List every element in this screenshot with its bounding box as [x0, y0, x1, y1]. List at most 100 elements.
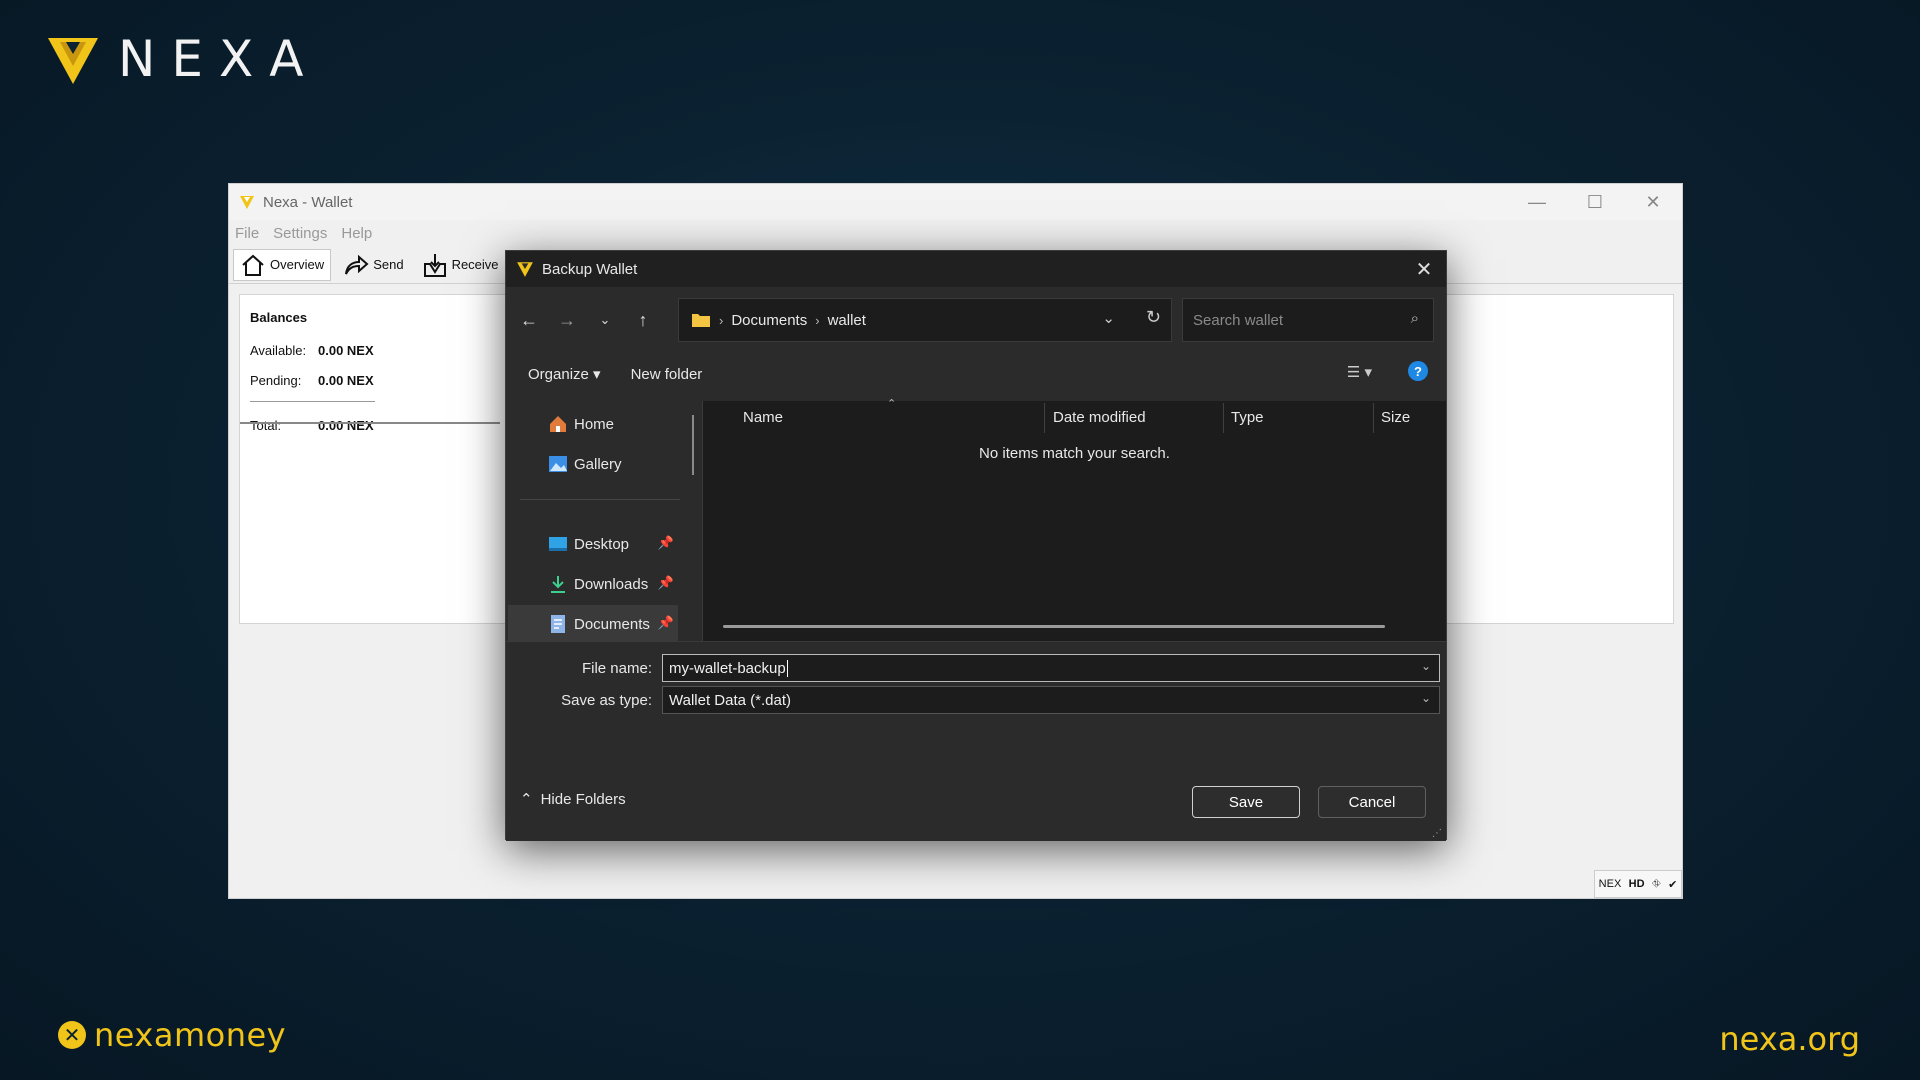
- dialog-title: Backup Wallet: [542, 260, 638, 278]
- nav-downloads[interactable]: Downloads 📌: [508, 565, 678, 603]
- nav-home[interactable]: Home: [508, 405, 678, 443]
- recent-chevron-icon[interactable]: ⌄: [590, 305, 620, 335]
- pin-icon[interactable]: 📌: [658, 575, 674, 591]
- address-bar[interactable]: › Documents › wallet ⌄ ↻: [678, 298, 1172, 342]
- unit-label[interactable]: NEX: [1599, 878, 1622, 890]
- file-name-label: File name:: [581, 659, 652, 677]
- receive-label: Receive: [451, 257, 499, 272]
- menu-settings[interactable]: Settings: [273, 225, 327, 242]
- horizontal-scrollbar[interactable]: [723, 625, 1385, 628]
- minimize-button[interactable]: —: [1508, 184, 1566, 220]
- available-row: Available: 0.00 NEX: [250, 335, 375, 365]
- resize-grip-icon[interactable]: ⋰: [1432, 828, 1442, 839]
- wallet-menubar: File Settings Help: [229, 220, 1682, 246]
- folder-icon: [692, 314, 710, 327]
- close-window-button[interactable]: ✕: [1624, 184, 1682, 220]
- nexa-logo: NEXA: [46, 30, 319, 88]
- breadcrumb-separator-icon: ›: [719, 312, 724, 328]
- back-arrow-icon[interactable]: ←: [514, 305, 544, 335]
- column-size[interactable]: Size: [1381, 401, 1410, 433]
- menu-help[interactable]: Help: [341, 225, 372, 242]
- receive-button[interactable]: Receive: [416, 249, 505, 281]
- desktop-icon: [549, 537, 567, 551]
- send-button[interactable]: Send: [337, 249, 409, 281]
- organize-menu[interactable]: Organize ▾: [528, 365, 601, 383]
- column-separator[interactable]: [1223, 403, 1224, 433]
- network-icon: ⛗: [1651, 877, 1661, 890]
- sort-caret-icon: ⌃: [887, 398, 897, 410]
- chevron-down-icon[interactable]: ⌄: [1421, 659, 1431, 673]
- home-icon: [550, 416, 566, 432]
- forward-arrow-icon[interactable]: →: [552, 305, 582, 335]
- column-separator[interactable]: [1044, 403, 1045, 433]
- balances-bottom-line: [240, 422, 500, 424]
- gallery-icon: [549, 456, 567, 472]
- search-placeholder: Search wallet: [1193, 311, 1284, 329]
- dialog-titlebar: Backup Wallet: [506, 251, 1446, 287]
- pending-label: Pending:: [250, 372, 302, 388]
- total-value: 0.00 NEX: [318, 417, 374, 433]
- nav-home-label: Home: [574, 415, 615, 433]
- help-icon[interactable]: ?: [1408, 361, 1428, 381]
- file-name-row: File name: my-wallet-backup ⌄: [506, 654, 1446, 682]
- column-type[interactable]: Type: [1231, 401, 1264, 433]
- nexa-logo-icon: [48, 38, 98, 84]
- save-type-value: Wallet Data (*.dat): [669, 691, 791, 709]
- new-folder-button[interactable]: New folder: [631, 366, 703, 383]
- file-name-input[interactable]: my-wallet-backup ⌄: [662, 654, 1440, 682]
- pending-row: Pending: 0.00 NEX: [250, 365, 375, 395]
- text-cursor: [786, 659, 788, 677]
- overview-button[interactable]: Overview: [233, 248, 332, 281]
- search-input[interactable]: Search wallet ⌕: [1182, 298, 1434, 342]
- menu-file[interactable]: File: [235, 225, 259, 242]
- nav-desktop-label: Desktop: [574, 535, 630, 553]
- navigation-pane: Home Gallery Desktop 📌 Downloads 📌 Docum…: [508, 401, 701, 643]
- save-form: File name: my-wallet-backup ⌄ Save as ty…: [506, 641, 1446, 841]
- total-row: Total: 0.00 NEX: [250, 410, 375, 440]
- download-icon: [551, 576, 565, 593]
- up-arrow-icon[interactable]: ↑: [628, 305, 658, 335]
- nexa-org-text: nexa.org: [1719, 1020, 1860, 1058]
- nav-documents[interactable]: Documents 📌: [508, 605, 678, 643]
- overview-label: Overview: [270, 257, 325, 272]
- pin-icon[interactable]: 📌: [658, 535, 674, 551]
- available-label: Available:: [250, 342, 307, 358]
- nav-divider: [520, 499, 680, 500]
- hd-label: HD: [1628, 878, 1645, 890]
- maximize-button[interactable]: ☐: [1566, 184, 1624, 220]
- available-value: 0.00 NEX: [318, 342, 374, 358]
- home-icon: [242, 254, 264, 276]
- hide-folders-label: Hide Folders: [540, 790, 626, 808]
- balance-divider: [250, 401, 375, 402]
- wallet-title: Nexa - Wallet: [263, 193, 353, 211]
- file-list: ⌃ Name Date modified Type Size No items …: [703, 398, 1446, 641]
- column-date-modified[interactable]: Date modified: [1053, 401, 1146, 433]
- save-type-select[interactable]: Wallet Data (*.dat) ⌄: [662, 686, 1440, 714]
- cancel-button[interactable]: Cancel: [1318, 786, 1426, 818]
- command-bar: Organize ▾ New folder ☰ ▾ ?: [506, 349, 1446, 399]
- breadcrumb-wallet[interactable]: wallet: [828, 312, 866, 329]
- address-dropdown-icon[interactable]: ⌄: [1102, 309, 1115, 327]
- view-options-icon[interactable]: ☰ ▾: [1347, 363, 1372, 381]
- file-name-value: my-wallet-backup: [669, 659, 786, 677]
- chevron-down-icon[interactable]: ⌄: [1421, 691, 1431, 705]
- refresh-icon[interactable]: ↻: [1146, 307, 1161, 328]
- breadcrumb-separator-icon: ›: [815, 312, 820, 328]
- pin-icon[interactable]: 📌: [658, 615, 674, 631]
- wallet-statusbar: NEX HD ⛗ ✔: [1594, 870, 1682, 898]
- nav-desktop[interactable]: Desktop 📌: [508, 525, 678, 563]
- send-arrow-icon: [345, 254, 369, 274]
- dialog-close-button[interactable]: ✕: [1412, 257, 1436, 282]
- hide-folders-button[interactable]: ⌃ Hide Folders: [520, 790, 626, 809]
- total-label: Total:: [250, 417, 282, 433]
- balances-heading: Balances: [250, 310, 308, 325]
- nav-gallery-label: Gallery: [574, 455, 622, 473]
- nav-scrollbar[interactable]: [692, 415, 694, 475]
- breadcrumb-documents[interactable]: Documents: [731, 312, 807, 329]
- column-name[interactable]: Name: [743, 401, 783, 433]
- nav-gallery[interactable]: Gallery: [508, 445, 678, 483]
- chevron-up-icon: ⌃: [520, 791, 533, 808]
- save-button[interactable]: Save: [1192, 786, 1300, 818]
- balances-section: Balances Available: 0.00 NEX Pending: 0.…: [250, 310, 375, 440]
- column-separator[interactable]: [1373, 403, 1374, 433]
